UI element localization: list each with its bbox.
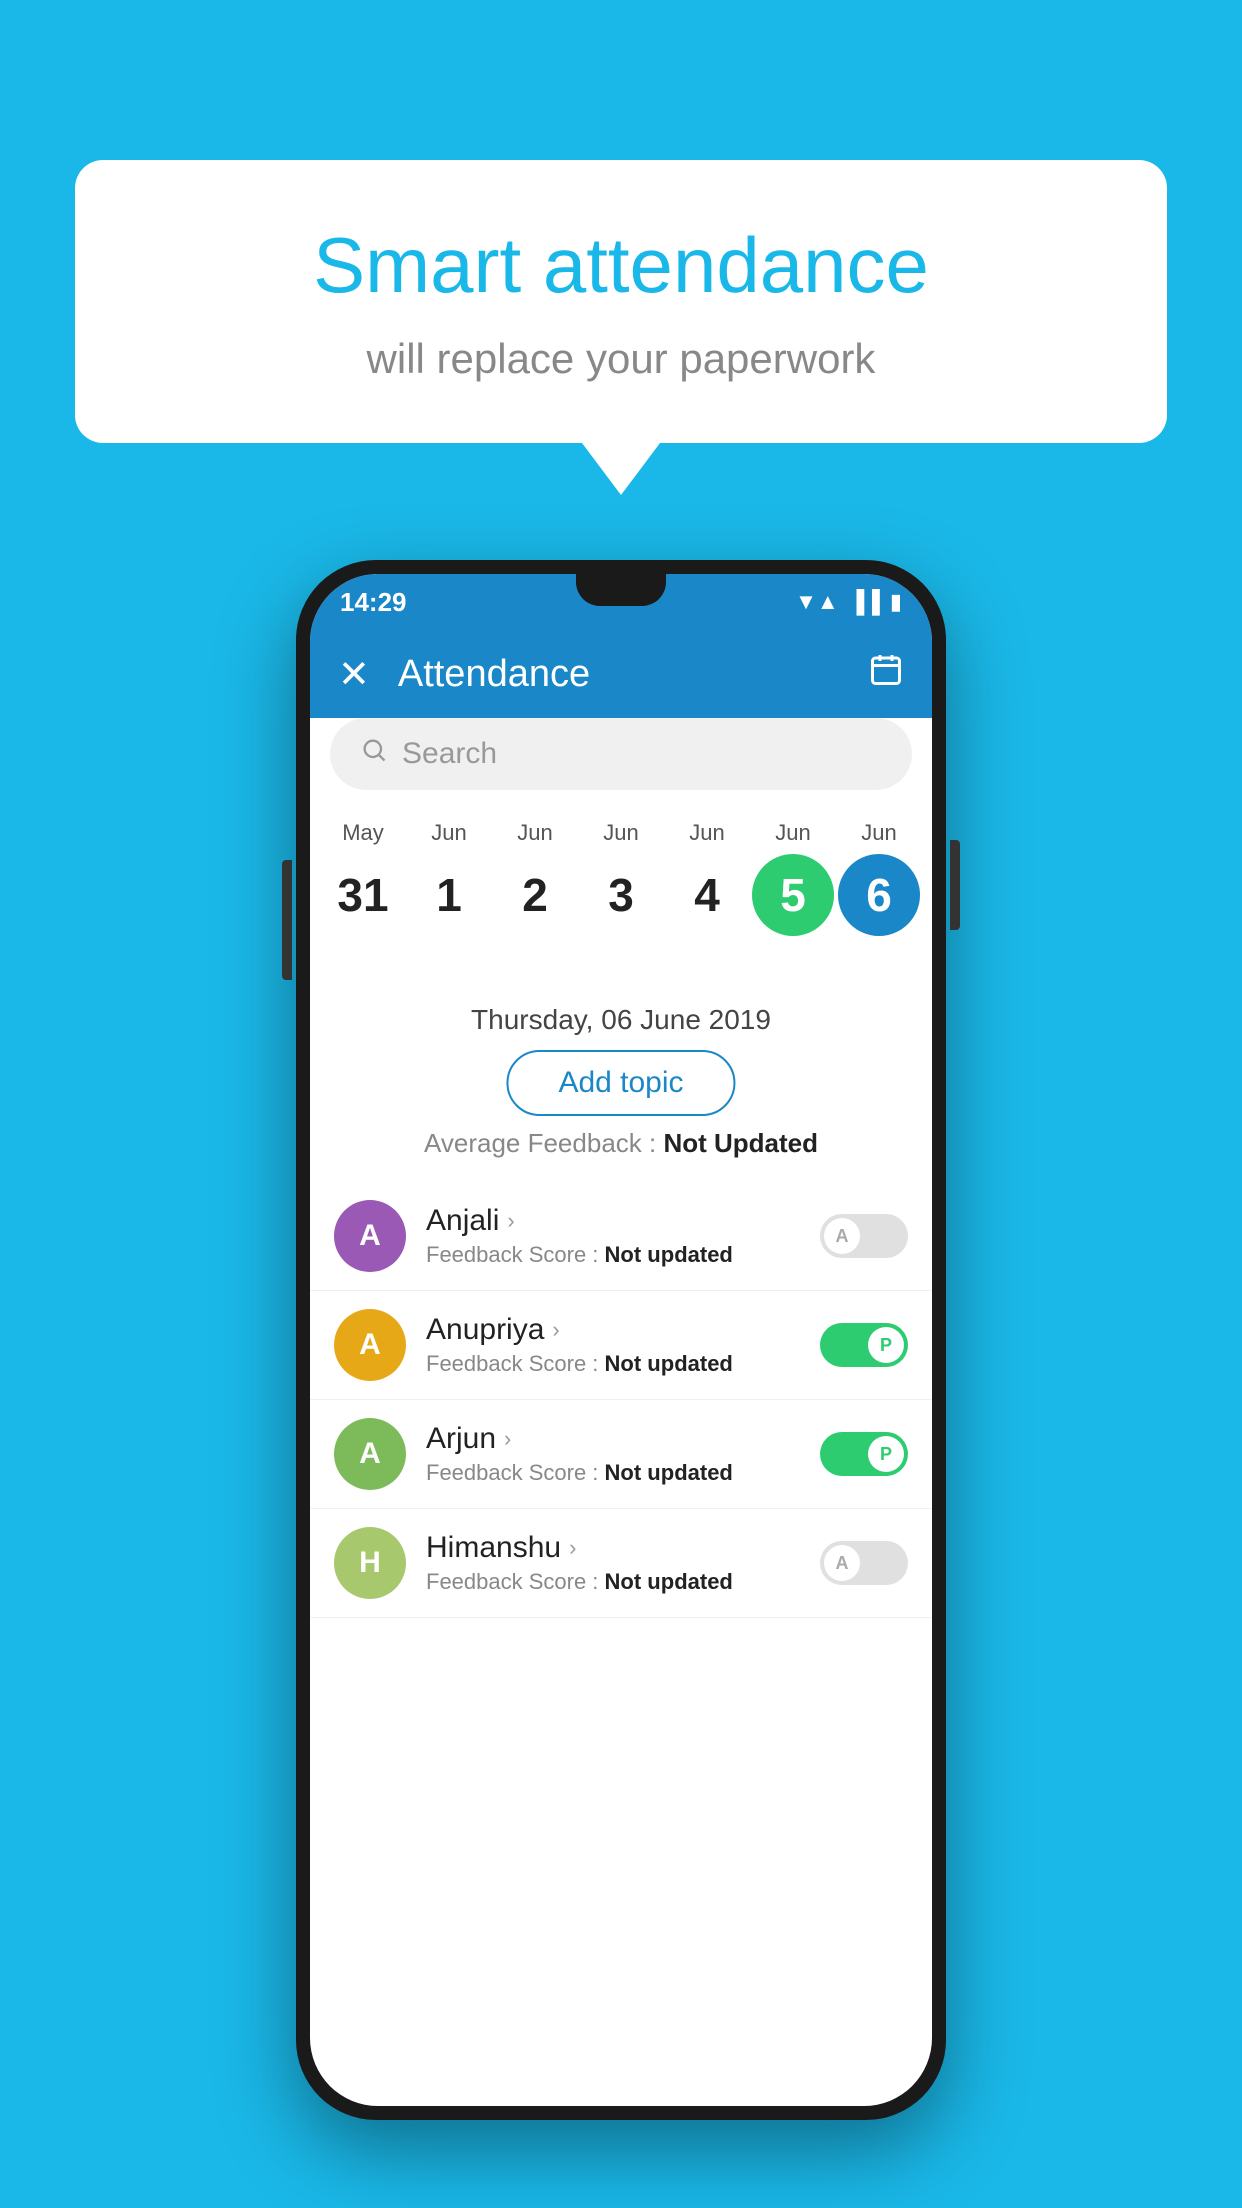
student-info: Arjun › Feedback Score : Not updated: [426, 1422, 800, 1486]
student-feedback: Feedback Score : Not updated: [426, 1460, 800, 1486]
date-number[interactable]: 2: [494, 854, 576, 936]
date-col[interactable]: May 31: [320, 820, 406, 936]
student-info: Himanshu › Feedback Score : Not updated: [426, 1531, 800, 1595]
student-item[interactable]: A Arjun › Feedback Score : Not updated P: [310, 1400, 932, 1509]
avatar: A: [334, 1200, 406, 1272]
student-feedback: Feedback Score : Not updated: [426, 1351, 800, 1377]
avatar: A: [334, 1309, 406, 1381]
date-col[interactable]: Jun 6: [836, 820, 922, 936]
search-icon: [360, 736, 388, 772]
battery-icon: ▮: [890, 589, 902, 615]
toggle-knob: P: [868, 1327, 904, 1363]
signal-icon: ▐▐: [849, 589, 880, 615]
avg-feedback-label: Average Feedback :: [424, 1128, 663, 1158]
student-info: Anupriya › Feedback Score : Not updated: [426, 1313, 800, 1377]
add-topic-button[interactable]: Add topic: [506, 1050, 735, 1116]
chevron-icon: ›: [507, 1208, 514, 1234]
attendance-toggle[interactable]: A: [820, 1541, 908, 1585]
student-name: Arjun ›: [426, 1422, 800, 1456]
app-bar-title: Attendance: [398, 653, 868, 696]
bubble-title: Smart attendance: [155, 220, 1087, 311]
date-number[interactable]: 4: [666, 854, 748, 936]
date-col[interactable]: Jun 2: [492, 820, 578, 936]
date-col[interactable]: Jun 1: [406, 820, 492, 936]
wifi-icon: ▼▲: [795, 589, 839, 615]
attendance-toggle[interactable]: P: [820, 1432, 908, 1476]
student-name: Himanshu ›: [426, 1531, 800, 1565]
student-info: Anjali › Feedback Score : Not updated: [426, 1204, 800, 1268]
avg-feedback-value: Not Updated: [663, 1128, 818, 1158]
date-month: Jun: [431, 820, 466, 846]
date-number[interactable]: 3: [580, 854, 662, 936]
student-feedback: Feedback Score : Not updated: [426, 1569, 800, 1595]
phone-outer: 14:29 ▼▲ ▐▐ ▮ ✕ Attendance: [296, 560, 946, 2120]
date-number[interactable]: 1: [408, 854, 490, 936]
phone-notch: [576, 574, 666, 606]
attendance-toggle[interactable]: P: [820, 1323, 908, 1367]
search-bar[interactable]: Search: [330, 718, 912, 790]
student-item[interactable]: A Anupriya › Feedback Score : Not updated P: [310, 1291, 932, 1400]
student-name: Anupriya ›: [426, 1313, 800, 1347]
avatar: A: [334, 1418, 406, 1490]
date-strip: May 31 Jun 1 Jun 2 Jun 3 Jun 4 Jun 5 Jun 6: [310, 806, 932, 936]
student-list: AAnjali ›Feedback Score : Not updatedAAA…: [310, 1182, 932, 2106]
phone-mockup: 14:29 ▼▲ ▐▐ ▮ ✕ Attendance: [296, 560, 946, 2120]
attendance-toggle[interactable]: A: [820, 1214, 908, 1258]
date-month: May: [342, 820, 384, 846]
date-number[interactable]: 6: [838, 854, 920, 936]
app-bar: ✕ Attendance: [310, 630, 932, 718]
bubble-subtitle: will replace your paperwork: [155, 335, 1087, 383]
status-icons: ▼▲ ▐▐ ▮: [795, 589, 902, 615]
toggle-knob: A: [824, 1218, 860, 1254]
date-col[interactable]: Jun 5: [750, 820, 836, 936]
phone-screen: 14:29 ▼▲ ▐▐ ▮ ✕ Attendance: [310, 574, 932, 2106]
student-item[interactable]: A Anjali › Feedback Score : Not updated A: [310, 1182, 932, 1291]
student-name: Anjali ›: [426, 1204, 800, 1238]
speech-bubble: Smart attendance will replace your paper…: [75, 160, 1167, 443]
status-time: 14:29: [340, 587, 407, 618]
date-number[interactable]: 31: [322, 854, 404, 936]
date-month: Jun: [517, 820, 552, 846]
chevron-icon: ›: [569, 1535, 576, 1561]
selected-date-label: Thursday, 06 June 2019: [310, 1004, 932, 1036]
search-placeholder: Search: [402, 737, 497, 771]
close-button[interactable]: ✕: [338, 652, 370, 697]
date-col[interactable]: Jun 4: [664, 820, 750, 936]
average-feedback: Average Feedback : Not Updated: [310, 1128, 932, 1159]
date-month: Jun: [603, 820, 638, 846]
toggle-knob: A: [824, 1545, 860, 1581]
chevron-icon: ›: [552, 1317, 559, 1343]
toggle-knob: P: [868, 1436, 904, 1472]
date-month: Jun: [775, 820, 810, 846]
chevron-icon: ›: [504, 1426, 511, 1452]
date-col[interactable]: Jun 3: [578, 820, 664, 936]
avatar: H: [334, 1527, 406, 1599]
date-number[interactable]: 5: [752, 854, 834, 936]
calendar-icon[interactable]: [868, 652, 904, 697]
date-month: Jun: [689, 820, 724, 846]
student-item[interactable]: H Himanshu › Feedback Score : Not updated A: [310, 1509, 932, 1618]
student-feedback: Feedback Score : Not updated: [426, 1242, 800, 1268]
date-month: Jun: [861, 820, 896, 846]
